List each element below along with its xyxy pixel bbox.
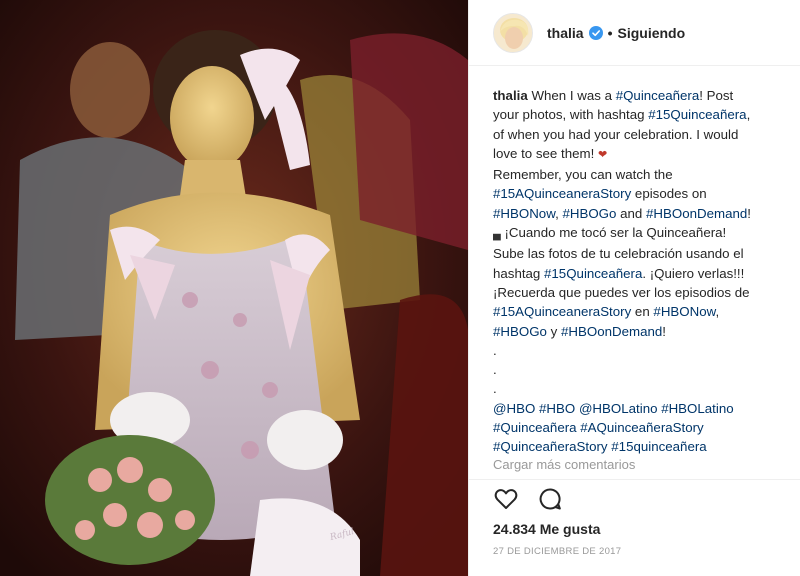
caption-text: . [493,381,497,397]
caption-line: #QuinceañeraStory #15quinceañera [493,437,789,456]
hashtag-link[interactable]: #Quinceañera [616,88,700,103]
caption-line: . [493,360,789,379]
caption-text: ! [747,205,751,221]
post-header: thalia • Siguiendo [469,0,800,66]
caption-text: episodes on [631,186,707,202]
actions-divider [469,479,800,480]
caption-text: When I was a [531,88,616,103]
caption-line: thalia When I was a #Quinceañera! Post [493,86,789,105]
caption-line: @HBO #HBO @HBOLatino #HBOLatino [493,399,789,418]
caption-text: Sube las fotos de tu celebración usando … [493,246,744,262]
hashtag-link[interactable]: #HBONow [493,206,555,221]
hashtag-link[interactable]: #15quinceañera [611,439,706,454]
caption-line: ▄ ¡Cuando me tocó ser la Quinceañera! [493,223,789,244]
caption-text: Remember, you can watch the [493,167,673,183]
post-photo[interactable]: Raful [0,0,468,576]
caption-text: ! Post [699,88,734,103]
caption-line: your photos, with hashtag #15Quinceañera… [493,105,789,124]
caption-line: hashtag #15Quinceañera. ¡Quiero verlas!!… [493,264,789,283]
caption-text: your photos, with hashtag [493,107,649,123]
hashtag-link[interactable]: #HBOLatino [661,401,733,416]
caption-line: #HBOGo y #HBOonDemand! [493,322,789,341]
caption-text: ¡Recuerda que puedes ver los episodios d… [493,284,750,300]
hashtag-link[interactable]: #15Quinceañera [648,107,746,122]
caption-line: . [493,379,789,398]
emoji: ▄ [493,228,501,241]
hashtag-link[interactable]: #HBOonDemand [646,206,747,221]
avatar-image [494,13,532,52]
caption-text: and [616,205,646,221]
hashtag-link[interactable]: #HBOGo [562,206,616,221]
hashtag-link[interactable]: @HBOLatino [579,401,658,416]
caption-line: . [493,341,789,360]
caption-line: #Quinceañera #AQuinceañeraStory [493,418,789,437]
comment-icon[interactable] [537,486,563,512]
hashtag-link[interactable]: #15AQuinceaneraStory [493,186,631,201]
caption-line: #15AQuinceaneraStory en #HBONow, [493,302,789,321]
caption-text: , [746,107,751,123]
hashtag-link[interactable]: #Quinceañera [493,420,577,435]
post-date: 27 DE DICIEMBRE DE 2017 [493,546,622,557]
header-separator: • [607,24,613,41]
caption-text: love to see them! [493,145,598,161]
caption-line: of when you had your celebration. I woul… [493,125,789,144]
post-caption: thalia When I was a #Quinceañera! Post yo… [493,86,789,457]
caption-line: Remember, you can watch the [493,165,789,184]
following-button[interactable]: Siguiendo [617,25,685,41]
hashtag-link[interactable]: @HBO [493,401,535,416]
caption-text: of when you had your celebration. I woul… [493,126,739,142]
caption-line: #15AQuinceaneraStory episodes on [493,184,789,203]
likes-count[interactable]: 24.834 Me gusta [493,521,600,537]
avatar[interactable] [493,12,533,53]
caption-text: en [631,304,654,320]
hashtag-link[interactable]: #15Quinceañera [544,266,642,281]
header-username[interactable]: thalia [547,25,584,41]
emoji: ❤ [597,148,608,161]
caption-text: . [493,362,497,378]
caption-text: y [546,323,561,339]
verified-badge-icon [588,25,603,40]
caption-text: ! [662,323,666,339]
post-side-panel: thalia • Siguiendo thalia When I was a #… [468,0,800,576]
caption-text: , [715,304,720,320]
caption-line: ¡Recuerda que puedes ver los episodios d… [493,283,789,302]
caption-line: Sube las fotos de tu celebración usando … [493,244,789,263]
caption-text: hashtag [493,265,545,281]
caption-text: ¡Cuando me tocó ser la Quinceañera! [500,225,727,241]
load-more-comments-link[interactable]: Cargar más comentarios [493,457,635,472]
caption-text: . [493,342,497,358]
hashtag-link[interactable]: #HBONow [653,304,715,319]
hashtag-link[interactable]: #HBOonDemand [561,324,662,339]
hashtag-link[interactable]: #HBOGo [493,324,547,339]
caption-username[interactable]: thalia [493,88,531,103]
painting-image [0,0,468,576]
heart-icon[interactable] [493,486,519,512]
caption-line: love to see them! ❤ [493,144,789,165]
hashtag-link[interactable]: #QuinceañeraStory [493,439,608,454]
hashtag-link[interactable]: #15AQuinceaneraStory [493,304,631,319]
caption-line: #HBONow, #HBOGo and #HBOonDemand! [493,204,789,223]
hashtag-link[interactable]: #HBO [539,401,575,416]
caption-text: . ¡Quiero verlas!!! [642,265,745,281]
hashtag-link[interactable]: #AQuinceañeraStory [580,420,703,435]
